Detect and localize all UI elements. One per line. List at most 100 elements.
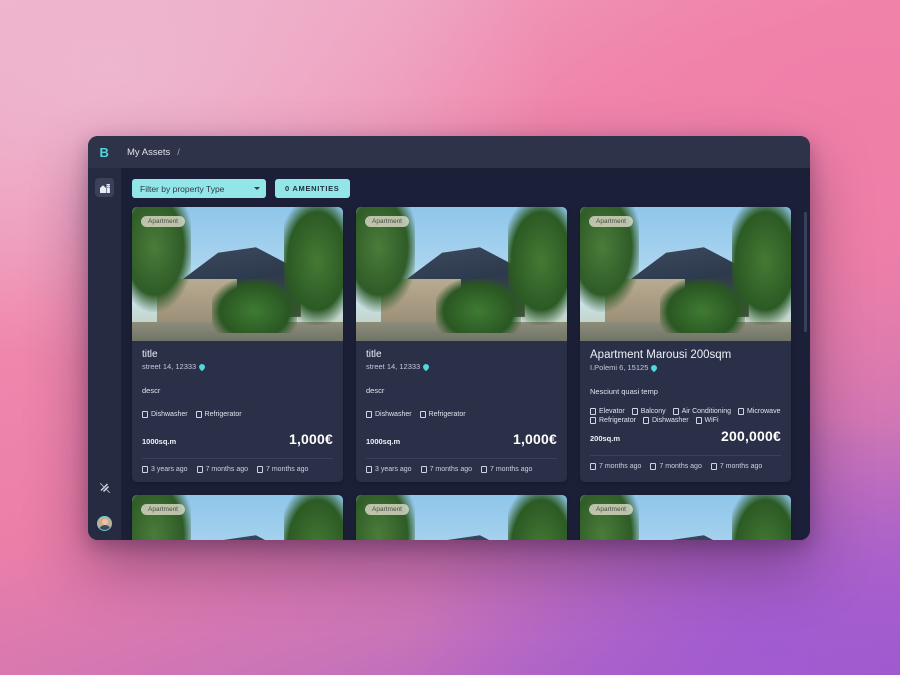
- property-card[interactable]: Apartment Apartment Marousi 200sqm I.Pol…: [580, 207, 791, 482]
- date-label: 3 years ago: [375, 466, 412, 473]
- refrigerator-icon: [590, 417, 596, 424]
- photo-tree-right: [507, 495, 567, 540]
- date-label: 3 years ago: [151, 466, 188, 473]
- date-row: 3 years ago 7 months ago 7 months ago: [366, 458, 557, 473]
- vertical-scrollbar[interactable]: [804, 212, 807, 332]
- filter-toolbar: Filter by property Type 0 AMENITIES: [121, 168, 810, 198]
- property-type-label: Filter by property Type: [140, 183, 225, 194]
- property-title: Apartment Marousi 200sqm: [590, 349, 732, 361]
- property-address: street 14, 12333: [366, 362, 557, 371]
- date-label: 7 months ago: [490, 466, 533, 473]
- date-label: 7 months ago: [719, 463, 763, 470]
- property-photo[interactable]: Apartment: [580, 207, 791, 341]
- property-address: street 14, 12333: [142, 362, 333, 371]
- date-label: 7 months ago: [429, 466, 473, 473]
- date-created: 7 months ago: [590, 463, 641, 470]
- amenity-item: WiFi: [695, 417, 719, 424]
- price-row: 200sq.m 200,000€: [590, 428, 781, 444]
- photo-bush: [212, 279, 297, 333]
- sidebar: [88, 168, 121, 540]
- calendar-icon: [142, 466, 148, 473]
- refresh-icon: [196, 466, 203, 473]
- property-type-badge: Apartment: [141, 216, 185, 227]
- pin-icon: [257, 466, 264, 473]
- avatar[interactable]: [97, 516, 112, 531]
- date-updated: 7 months ago: [420, 466, 473, 473]
- amenity-label: Air Conditioning: [681, 408, 732, 415]
- property-photo[interactable]: Apartment: [356, 495, 567, 540]
- amenity-list: Dishwasher Refrigerator: [142, 411, 333, 418]
- amenity-label: Refrigerator: [204, 411, 242, 418]
- date-label: 7 months ago: [659, 463, 702, 470]
- amenity-label: Dishwasher: [651, 417, 689, 424]
- property-type-badge: Apartment: [365, 504, 409, 515]
- property-card[interactable]: Apartment: [580, 495, 791, 540]
- amenity-label: Refrigerator: [599, 417, 636, 424]
- property-type-select[interactable]: Filter by property Type: [132, 179, 266, 198]
- photo-tree-left: [356, 495, 416, 540]
- balcony-icon: [631, 408, 638, 415]
- date-label: 7 months ago: [266, 466, 309, 473]
- property-card[interactable]: Apartment title street 14, 12333 descr D…: [356, 207, 567, 482]
- property-card[interactable]: Apartment title street 14, 12333 descr D…: [132, 207, 343, 482]
- date-updated: 7 months ago: [650, 463, 702, 470]
- property-type-badge: Apartment: [365, 216, 409, 227]
- sidebar-item-properties[interactable]: [95, 178, 114, 197]
- amenity-list: Elevator Balcony Air Conditioning Microw…: [590, 408, 781, 424]
- property-description: Nesciunt quasi temp: [590, 387, 658, 396]
- calendar-icon: [590, 463, 596, 470]
- sidebar-item-logout[interactable]: [95, 478, 114, 497]
- logo-text: B: [99, 144, 110, 160]
- amenity-label: Elevator: [599, 408, 625, 415]
- refrigerator-icon: [419, 411, 426, 418]
- property-address-text: street 14, 12333: [142, 362, 197, 371]
- location-pin-icon: [421, 362, 431, 371]
- property-type-badge: Apartment: [141, 504, 185, 515]
- photo-tree-right: [731, 495, 791, 540]
- property-size: 200sq.m: [590, 434, 621, 443]
- amenity-list: Dishwasher Refrigerator: [366, 411, 557, 418]
- property-photo[interactable]: Apartment: [356, 207, 567, 341]
- property-type-badge: Apartment: [589, 216, 633, 227]
- date-created: 3 years ago: [142, 466, 188, 473]
- breadcrumb-root[interactable]: My Assets: [127, 147, 170, 158]
- amenity-item: Dishwasher: [142, 411, 188, 418]
- property-price: 1,000€: [512, 431, 557, 447]
- property-card-body: title street 14, 12333 descr Dishwasher …: [356, 341, 567, 482]
- microwave-icon: [738, 408, 745, 415]
- date-updated: 7 months ago: [196, 466, 249, 473]
- date-label: 7 months ago: [599, 463, 642, 470]
- air-conditioning-icon: [672, 408, 679, 415]
- property-photo[interactable]: Apartment: [132, 495, 343, 540]
- amenity-item: Refrigerator: [419, 411, 466, 418]
- property-price: 1,000€: [288, 431, 333, 447]
- chevron-down-icon: [254, 187, 260, 190]
- property-price: 200,000€: [721, 428, 781, 444]
- refrigerator-icon: [195, 411, 202, 418]
- property-card-body: title street 14, 12333 descr Dishwasher …: [132, 341, 343, 482]
- main-content: Filter by property Type 0 AMENITIES Apar: [121, 168, 810, 540]
- location-pin-icon: [650, 363, 659, 372]
- amenity-item: Microwave: [738, 408, 780, 415]
- property-address-text: street 14, 12333: [366, 362, 421, 371]
- property-card[interactable]: Apartment: [356, 495, 567, 540]
- property-card[interactable]: Apartment: [132, 495, 343, 540]
- property-photo[interactable]: Apartment: [580, 495, 791, 540]
- amenity-item: Balcony: [631, 408, 666, 415]
- amenities-filter-label: 0 AMENITIES: [285, 184, 340, 193]
- property-address: I.Polemi 6, 15125: [590, 363, 781, 372]
- property-photo[interactable]: Apartment: [132, 207, 343, 341]
- wifi-icon: [695, 417, 702, 424]
- date-label: 7 months ago: [205, 466, 249, 473]
- elevator-icon: [590, 408, 596, 415]
- refresh-icon: [420, 466, 427, 473]
- app-logo[interactable]: B: [88, 136, 121, 168]
- amenity-label: Dishwasher: [151, 411, 188, 418]
- price-row: 1000sq.m 1,000€: [366, 431, 557, 447]
- property-title: title: [366, 349, 382, 360]
- amenities-filter-button[interactable]: 0 AMENITIES: [275, 179, 350, 198]
- property-size: 1000sq.m: [142, 437, 177, 446]
- property-description: descr: [142, 386, 161, 395]
- amenity-label: Refrigerator: [428, 411, 466, 418]
- top-header-bar: B My Assets /: [88, 136, 810, 168]
